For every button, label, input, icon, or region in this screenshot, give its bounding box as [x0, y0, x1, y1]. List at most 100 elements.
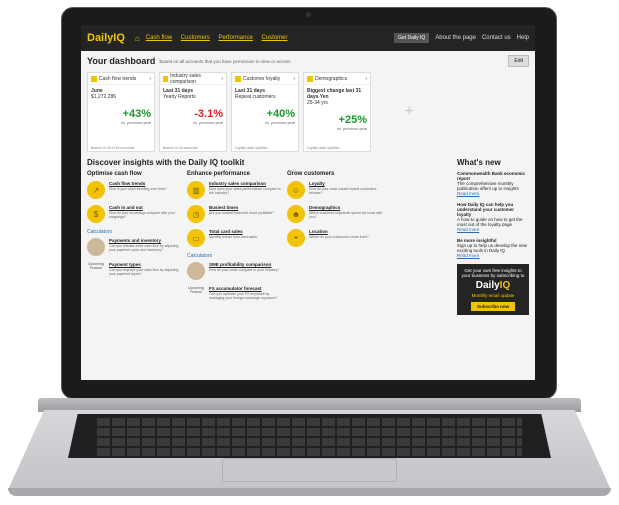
- insight-desc: Monthly trends from card sales: [209, 235, 257, 239]
- help-link[interactable]: Help: [517, 35, 529, 41]
- add-card-button[interactable]: +: [375, 72, 443, 152]
- insight-item: Upcoming Feature FX accumulator forecast C…: [187, 286, 283, 300]
- insight-link[interactable]: SME profitability comparison: [209, 262, 279, 267]
- card-change: +25%: [338, 114, 367, 126]
- insight-link[interactable]: Busiest times: [209, 205, 274, 210]
- card-customer-loyalty[interactable]: Customer loyalty › Last 31 days Repeat cu…: [231, 72, 299, 152]
- column-customers: Grow customers ☺ Loyalty How do your most …: [287, 171, 383, 306]
- home-icon[interactable]: ⌂: [135, 34, 140, 43]
- insight-link[interactable]: Industry sales comparison: [209, 181, 283, 186]
- insight-desc: How do your incomings compare with your …: [109, 211, 175, 219]
- lower-section: Discover insights with the Daily IQ tool…: [87, 158, 529, 315]
- insight-desc: Which customer segments spend the most w…: [309, 211, 383, 219]
- logo-text-iq: IQ: [113, 32, 125, 44]
- news-body: Sign up to help us develop the new excit…: [457, 243, 528, 253]
- nav-cash-flow[interactable]: Cash flow: [146, 35, 172, 41]
- card-header: Cash flow trends ›: [88, 73, 154, 85]
- logo-text-daily: Daily: [475, 280, 500, 291]
- insight-link[interactable]: Cash flow trends: [109, 181, 167, 186]
- insight-item[interactable]: ◷ Busiest times Are you busiest times the …: [187, 205, 283, 223]
- insight-item[interactable]: ↗ Cash flow trends How is your cash trendi…: [87, 181, 183, 199]
- promo-logo: DailyIQ: [460, 280, 526, 291]
- card-value: Repeat customers: [235, 94, 276, 100]
- insight-desc: Are you busiest times the most profitabl…: [209, 211, 275, 215]
- insight-item[interactable]: $ Cash in and out How do your incomings co…: [87, 205, 183, 223]
- news-title: Commonwealth Bank economic report: [457, 171, 526, 181]
- insight-link[interactable]: Location: [309, 229, 369, 234]
- insight-link[interactable]: Total card sales: [209, 229, 257, 234]
- insight-item[interactable]: ▥ Industry sales comparison How does your …: [187, 181, 283, 199]
- card-compare: vs. previous year: [120, 120, 151, 125]
- news-body: A how-to guide on how to get the most ou…: [457, 217, 523, 227]
- news-item: Be more insightful Sign up to help us dev…: [457, 238, 529, 258]
- read-more-link[interactable]: Read more: [457, 253, 529, 258]
- chart-icon: [163, 75, 169, 82]
- card-compare: vs. previous year: [264, 120, 295, 125]
- insight-link[interactable]: Loyalty: [309, 181, 383, 186]
- card-title: Cash flow trends: [99, 75, 137, 82]
- get-daily-iq-button[interactable]: Get Daily IQ: [394, 33, 430, 43]
- card-body: June $1,272,286 +43% vs. previous year: [88, 85, 154, 128]
- key-row: [96, 438, 523, 446]
- hinge: [38, 398, 581, 412]
- people-icon: [235, 75, 241, 82]
- trackpad: [222, 458, 397, 482]
- card-icon: ▭: [187, 229, 205, 247]
- card-value: 25-34 yrs: [307, 100, 328, 106]
- top-nav-bar: DailyIQ ⌂ Cash flow Customers Performanc…: [81, 25, 535, 51]
- insight-desc: How do your most valued repeat customers…: [309, 187, 377, 195]
- insight-desc: How do your costs compare to your indust…: [209, 268, 280, 272]
- laptop-base: [8, 398, 611, 498]
- laptop-front-edge: [8, 488, 611, 496]
- insight-link[interactable]: Payments and inventory: [109, 238, 183, 243]
- location-icon: ⌖: [287, 229, 305, 247]
- insight-item[interactable]: ☻ Demographics Which customer segments spe…: [287, 205, 383, 223]
- column-title: Grow customers: [287, 171, 335, 177]
- card-industry-sales[interactable]: Industry sales comparison › Last 31 days …: [159, 72, 227, 152]
- chevron-right-icon[interactable]: ›: [149, 76, 151, 82]
- insight-title: Payment types: [109, 262, 141, 267]
- insight-link[interactable]: Demographics: [309, 205, 383, 210]
- insight-columns: Optimise cash flow ↗ Cash flow trends How …: [87, 171, 383, 306]
- nav-performance[interactable]: Performance: [218, 35, 252, 41]
- card-value: $1,272,286: [91, 94, 117, 100]
- chevron-right-icon[interactable]: ›: [293, 76, 295, 82]
- calculators-heading: Calculators: [187, 253, 213, 259]
- insight-item[interactable]: SME profitability comparison How do your …: [187, 262, 283, 280]
- about-page-link[interactable]: About the page: [435, 35, 476, 41]
- page-content: Your dashboard Based on all accounts tha…: [81, 51, 535, 319]
- card-value: Yearly Reports: [163, 94, 196, 100]
- card-change: +40%: [266, 108, 295, 120]
- insight-item[interactable]: Payments and inventory Can you release ex…: [87, 238, 183, 256]
- news-item: Commonwealth Bank economic report The com…: [457, 171, 529, 196]
- nav-customers[interactable]: Customers: [181, 35, 210, 41]
- logo-text-daily: Daily: [87, 32, 114, 44]
- calculators-heading: Calculators: [87, 229, 113, 235]
- upcoming-badge: Upcoming Feature: [88, 262, 104, 270]
- insight-item[interactable]: ▭ Total card sales Monthly trends from car…: [187, 229, 283, 247]
- insight-desc: Can you release extra cash flow by adjus…: [109, 244, 179, 252]
- chevron-right-icon[interactable]: ›: [221, 76, 223, 82]
- insight-link[interactable]: Cash in and out: [109, 205, 183, 210]
- subscribe-button[interactable]: Subscribe now: [471, 302, 515, 311]
- dashboard-subtitle: Based on all accounts that you have perm…: [159, 58, 291, 64]
- main-nav: Cash flow Customers Performance Customer: [146, 35, 295, 41]
- card-demographics[interactable]: Demographics › Biggest change last 31 day…: [303, 72, 371, 152]
- contact-us-link[interactable]: Contact us: [482, 35, 511, 41]
- card-compare: vs. previous year: [192, 120, 223, 125]
- read-more-link[interactable]: Read more: [457, 191, 529, 196]
- chevron-right-icon[interactable]: ›: [365, 76, 367, 82]
- insight-item[interactable]: ☺ Loyalty How do your most valued repeat c…: [287, 181, 383, 199]
- card-footnote: Loyalty data updated: [235, 146, 268, 150]
- inventory-icon: [87, 238, 105, 256]
- insight-item[interactable]: ⌖ Location Where do your customers come fr…: [287, 229, 383, 247]
- card-cash-flow-trends[interactable]: Cash flow trends › June $1,272,286 +43% v…: [87, 72, 155, 152]
- edit-dashboard-button[interactable]: Edit: [508, 55, 529, 67]
- nav-customer[interactable]: Customer: [262, 35, 288, 41]
- key-row: [96, 418, 523, 426]
- daily-iq-logo[interactable]: DailyIQ: [87, 32, 125, 44]
- card-compare: vs. previous year: [336, 126, 367, 131]
- insight-desc: Where do your customers come from?: [309, 235, 369, 239]
- key-row: [96, 448, 523, 456]
- read-more-link[interactable]: Read more: [457, 227, 529, 232]
